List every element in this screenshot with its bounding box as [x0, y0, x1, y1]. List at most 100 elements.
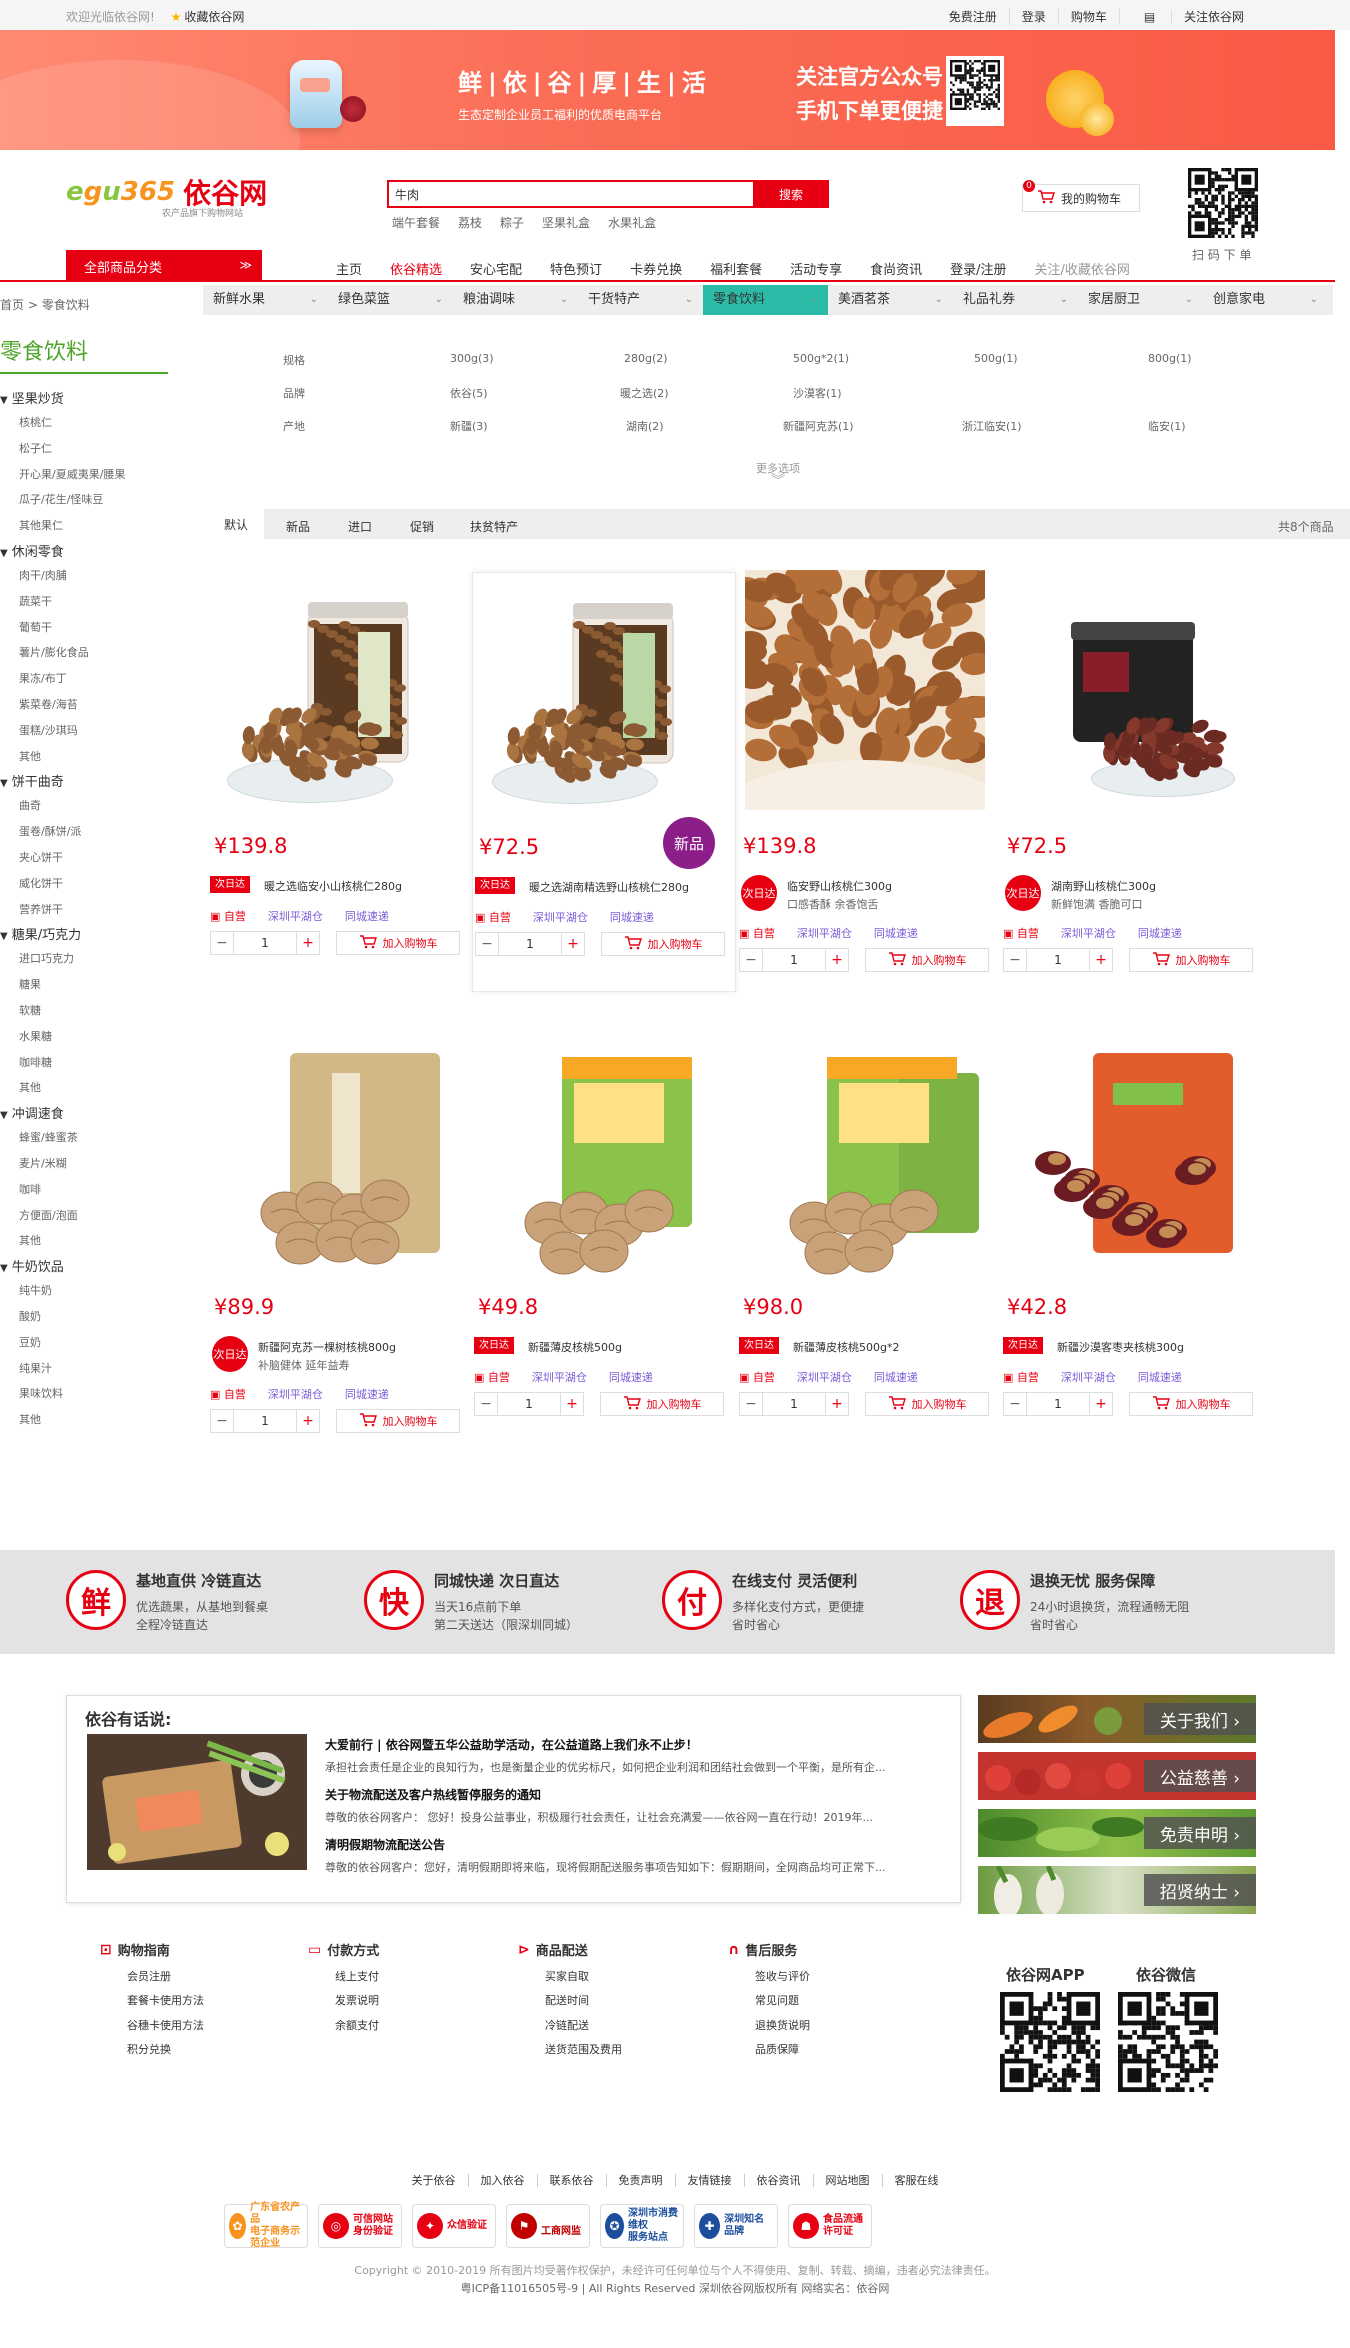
news-photo[interactable]	[87, 1734, 307, 1870]
sidebar-item[interactable]: 曲奇	[0, 793, 170, 819]
sort-poverty-relief[interactable]: 扶贫特产	[470, 518, 518, 535]
search-button[interactable]: 搜索	[753, 180, 829, 208]
sidebar-item[interactable]: 酸奶	[0, 1304, 170, 1330]
sidebar-item[interactable]: 麦片/米糊	[0, 1151, 170, 1177]
filter-option[interactable]: 500g(1)	[974, 352, 1018, 365]
add-to-cart-button[interactable]: 加入购物车	[600, 1392, 724, 1416]
add-to-cart-button[interactable]: 加入购物车	[336, 1409, 460, 1433]
product-image[interactable]	[484, 1043, 724, 1283]
sort-default[interactable]: 默认	[208, 509, 264, 539]
news-item[interactable]: 清明假期物流配送公告 尊敬的依谷网客户：您好，清明假期即将来临，现将假期配送服务…	[325, 1836, 945, 1875]
product-card[interactable]: ¥72.5 次日达 湖南野山核桃仁300g 新鲜饱满 香脆可口 ▣ 自营 深圳平湖仓 同城速…	[1001, 572, 1265, 992]
sort-new[interactable]: 新品	[286, 518, 310, 535]
product-image[interactable]	[749, 1043, 989, 1283]
help-link[interactable]: 余额支付	[308, 2017, 379, 2033]
register-link[interactable]: 免费注册	[937, 8, 1009, 25]
help-link[interactable]: 会员注册	[100, 1968, 204, 1984]
product-name[interactable]: 新疆薄皮核桃500g	[528, 1339, 622, 1355]
filter-option[interactable]: 沙漠客(1)	[793, 385, 842, 401]
help-link[interactable]: 发票说明	[308, 1992, 379, 2008]
filter-option[interactable]: 依谷(5)	[450, 385, 488, 401]
sidebar-item[interactable]: 其他	[0, 1075, 170, 1101]
product-card[interactable]: ¥139.8 次日达 暖之选临安小山核桃仁280g ▣ 自营 深圳平湖仓 同城速递 −1 + 加…	[208, 572, 472, 992]
decrease-button[interactable]: −	[1004, 1393, 1026, 1415]
help-link[interactable]: 送货范围及费用	[518, 2041, 622, 2057]
footer-link[interactable]: 友情链接	[674, 2174, 744, 2187]
help-link[interactable]: 套餐卡使用方法	[100, 1992, 204, 2008]
sidebar-item[interactable]: 纯果汁	[0, 1356, 170, 1382]
quantity-value[interactable]: 1	[762, 949, 826, 971]
sort-import[interactable]: 进口	[348, 518, 372, 535]
product-image[interactable]	[220, 582, 460, 822]
help-link[interactable]: 退换货说明	[728, 2017, 810, 2033]
decrease-button[interactable]: −	[740, 1393, 762, 1415]
help-link[interactable]: 签收与评价	[728, 1968, 810, 1984]
nav-activity[interactable]: 活动专享	[790, 259, 842, 278]
follow-link[interactable]: ▤ 关注依谷网	[1118, 8, 1268, 25]
increase-button[interactable]: +	[1090, 1393, 1112, 1415]
decrease-button[interactable]: −	[740, 949, 762, 971]
sidebar-item[interactable]: 水果糖	[0, 1024, 170, 1050]
sidebar-item[interactable]: 蛋卷/酥饼/派	[0, 819, 170, 845]
sidebar-item[interactable]: 葡萄干	[0, 615, 170, 641]
category-tab[interactable]: 粮油调味 ⌄	[453, 285, 578, 315]
category-tab[interactable]: 新鲜水果 ⌄	[203, 285, 328, 315]
filter-option[interactable]: 300g(3)	[450, 352, 494, 365]
certification-badge[interactable]: ✪ 深圳市消费维权 服务站点	[600, 2204, 684, 2248]
sidebar-item[interactable]: 咖啡	[0, 1177, 170, 1203]
filter-option[interactable]: 浙江临安(1)	[962, 418, 1022, 434]
sidebar-item[interactable]: 营养饼干	[0, 897, 170, 923]
decrease-button[interactable]: −	[211, 932, 233, 954]
sidebar-item[interactable]: 松子仁	[0, 436, 170, 462]
sidebar-item[interactable]: 果味饮料	[0, 1381, 170, 1407]
certification-badge[interactable]: ✚ 深圳知名品牌	[694, 2204, 778, 2248]
sidebar-item[interactable]: 其他果仁	[0, 513, 170, 539]
add-to-cart-button[interactable]: 加入购物车	[1129, 1392, 1253, 1416]
footer-link[interactable]: 依谷资讯	[743, 2174, 813, 2187]
category-tab[interactable]: 礼品礼券 ⌄	[953, 285, 1078, 315]
sidebar-item[interactable]: 威化饼干	[0, 871, 170, 897]
my-cart-button[interactable]: 0 我的购物车	[1022, 180, 1140, 212]
certification-badge[interactable]: ⚑ 工商网监	[506, 2204, 590, 2248]
site-logo[interactable]: egu365 依谷网 农产品旗下购物网站	[66, 172, 267, 219]
filter-option[interactable]: 280g(2)	[624, 352, 668, 365]
category-tab[interactable]: 零食饮料 ⌄	[703, 285, 828, 315]
add-to-cart-button[interactable]: 加入购物车	[336, 931, 460, 955]
breadcrumb-current[interactable]: 零食饮料	[42, 298, 90, 312]
product-card[interactable]: ¥98.0 次日达 新疆薄皮核桃500g*2 ▣ 自营 深圳平湖仓 同城速递 −1 + 加入购物…	[737, 1033, 1001, 1453]
login-link[interactable]: 登录	[1008, 8, 1058, 25]
product-name[interactable]: 新疆薄皮核桃500g*2	[793, 1339, 899, 1355]
sidebar-group[interactable]: ▼ 饼干曲奇	[0, 773, 170, 793]
sidebar-item[interactable]: 紫菜卷/海苔	[0, 692, 170, 718]
increase-button[interactable]: +	[561, 1393, 583, 1415]
product-card[interactable]: ¥89.9 次日达 新疆阿克苏一棵树核桃800g 补脑健体 延年益寿 ▣ 自营 深圳平湖仓…	[208, 1033, 472, 1453]
category-tab[interactable]: 干货特产 ⌄	[578, 285, 703, 315]
product-card[interactable]: ¥49.8 次日达 新疆薄皮核桃500g ▣ 自营 深圳平湖仓 同城速递 −1 + 加入购物车	[472, 1033, 736, 1453]
product-name[interactable]: 新疆沙漠客枣夹核桃300g	[1057, 1339, 1184, 1355]
nav-follow[interactable]: 关注/收藏依谷网	[1035, 259, 1130, 278]
quantity-value[interactable]: 1	[1026, 949, 1090, 971]
sidebar-item[interactable]: 夹心饼干	[0, 845, 170, 871]
filter-option[interactable]: 800g(1)	[1148, 352, 1192, 365]
product-name[interactable]: 湖南野山核桃仁300g	[1051, 878, 1156, 894]
about-us-panel[interactable]: 关于我们 ›	[978, 1695, 1256, 1743]
quantity-value[interactable]: 1	[497, 1393, 561, 1415]
help-link[interactable]: 常见问题	[728, 1992, 810, 2008]
sidebar-group[interactable]: ▼ 坚果炒货	[0, 390, 170, 410]
sidebar-item[interactable]: 蔬菜干	[0, 589, 170, 615]
add-to-cart-button[interactable]: 加入购物车	[865, 1392, 989, 1416]
footer-link[interactable]: 联系依谷	[536, 2174, 606, 2187]
quantity-value[interactable]: 1	[762, 1393, 826, 1415]
add-to-cart-button[interactable]: 加入购物车	[601, 932, 725, 956]
sidebar-item[interactable]: 咖啡糖	[0, 1050, 170, 1076]
sidebar-item[interactable]: 方便面/泡面	[0, 1203, 170, 1229]
product-card[interactable]: ¥42.8 次日达 新疆沙漠客枣夹核桃300g ▣ 自营 深圳平湖仓 同城速递 −1 + 加入购…	[1001, 1033, 1265, 1453]
product-card[interactable]: ¥139.8 次日达 临安野山核桃仁300g 口感香酥 余香饱舌 ▣ 自营 深圳平湖仓 同城…	[737, 570, 1001, 992]
decrease-button[interactable]: −	[476, 933, 498, 955]
sidebar-item[interactable]: 蛋糕/沙琪玛	[0, 718, 170, 744]
hot-word[interactable]: 荔枝	[458, 214, 482, 231]
sidebar-item[interactable]: 开心果/夏威夷果/腰果	[0, 462, 170, 488]
nav-coupon[interactable]: 卡券兑换	[630, 259, 682, 278]
nav-delivery[interactable]: 安心宅配	[470, 259, 522, 278]
sidebar-item[interactable]: 纯牛奶	[0, 1278, 170, 1304]
